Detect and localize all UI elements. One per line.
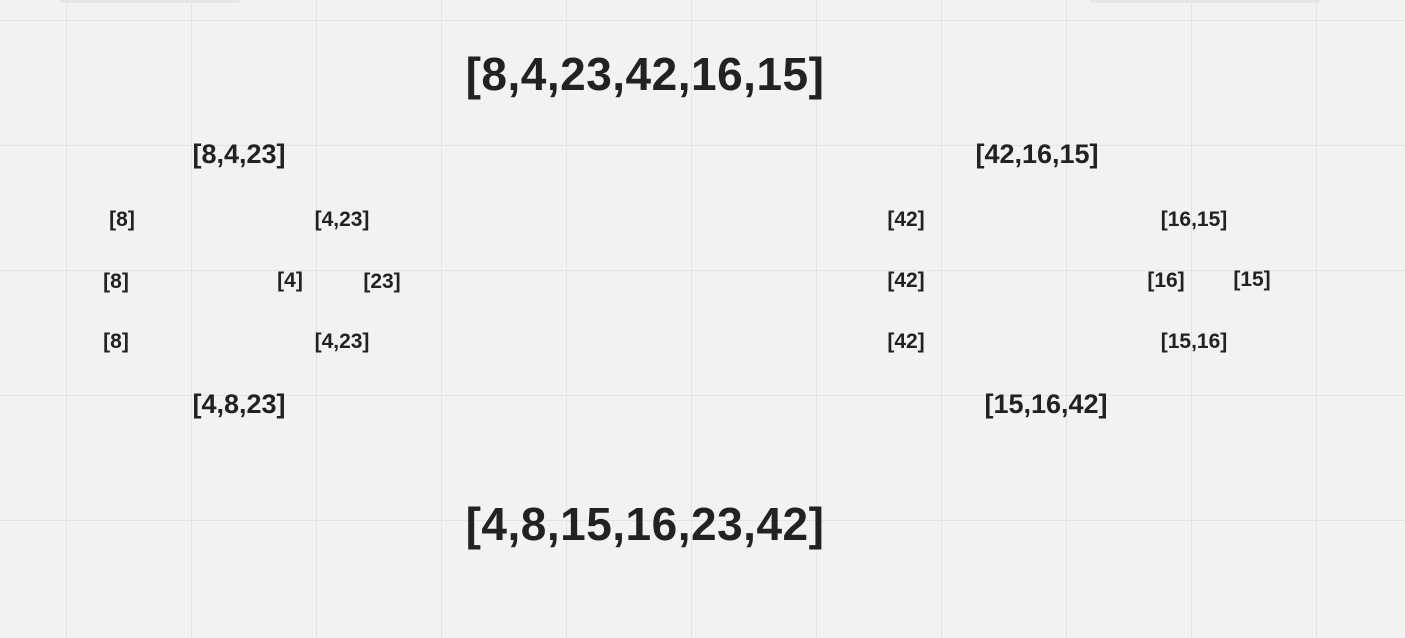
merge-l3-right-a[interactable]: [42] <box>887 331 924 352</box>
merge-l3-right-b[interactable]: [15,16] <box>1161 331 1228 352</box>
sorted-array[interactable]: [4,8,15,16,23,42] <box>466 501 825 547</box>
split-l3-right-a[interactable]: [42] <box>887 270 924 291</box>
split-l3-left-b1[interactable]: [4] <box>277 270 303 291</box>
split-l2-right-a[interactable]: [42] <box>887 209 924 230</box>
split-l3-left-b2[interactable]: [23] <box>363 271 400 292</box>
top-edge-shadow <box>60 0 240 3</box>
split-right-half[interactable]: [42,16,15] <box>975 141 1098 168</box>
split-left-half[interactable]: [8,4,23] <box>192 141 285 168</box>
split-l2-left-b[interactable]: [4,23] <box>315 209 370 230</box>
merge-l3-left-a[interactable]: [8] <box>103 331 129 352</box>
merge-l3-left-b[interactable]: [4,23] <box>315 331 370 352</box>
input-array[interactable]: [8,4,23,42,16,15] <box>466 51 825 97</box>
top-edge-shadow <box>1090 0 1320 3</box>
split-l2-left-a[interactable]: [8] <box>109 209 135 230</box>
split-l3-right-b2[interactable]: [15] <box>1233 269 1270 290</box>
split-l3-right-b1[interactable]: [16] <box>1147 270 1184 291</box>
split-l2-right-b[interactable]: [16,15] <box>1161 209 1228 230</box>
whiteboard-canvas: [8,4,23,42,16,15] [8,4,23] [42,16,15] [8… <box>0 0 1405 638</box>
merge-left-half[interactable]: [4,8,23] <box>192 391 285 418</box>
split-l3-left-a[interactable]: [8] <box>103 271 129 292</box>
merge-right-half[interactable]: [15,16,42] <box>984 391 1107 418</box>
